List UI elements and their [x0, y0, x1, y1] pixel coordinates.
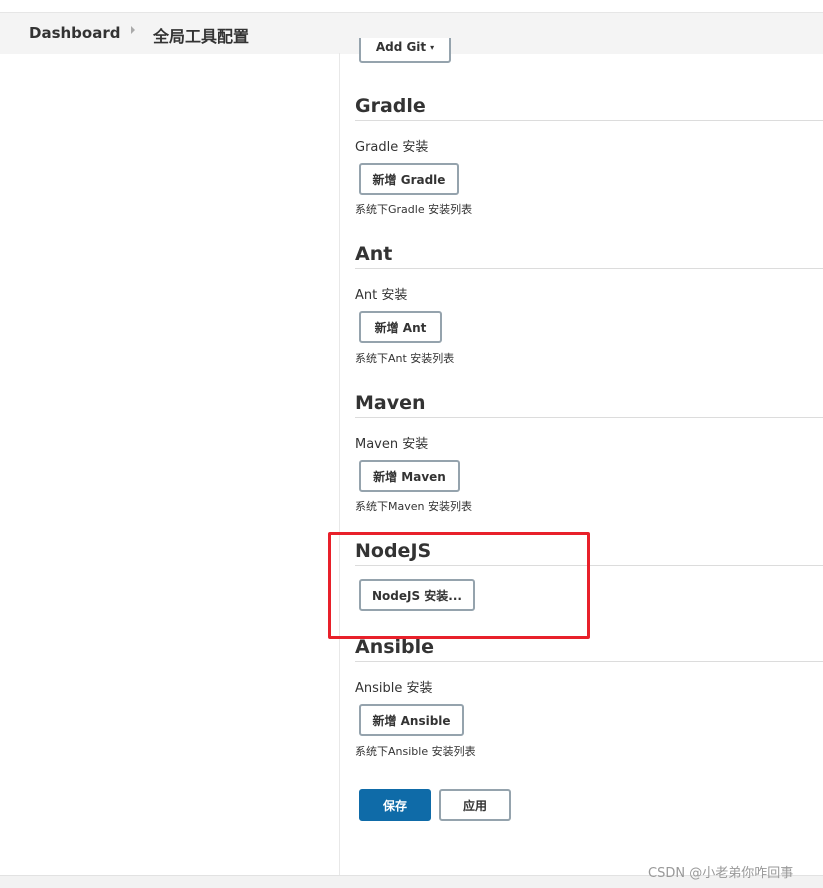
- apply-button[interactable]: 应用: [439, 789, 511, 821]
- ant-section-divider: [355, 268, 823, 269]
- top-strip: [0, 0, 823, 12]
- ansible-section-divider: [355, 661, 823, 662]
- dropdown-caret-icon: ▾: [430, 42, 435, 52]
- sidebar-divider: [339, 53, 340, 875]
- maven-section-title: Maven: [355, 392, 426, 414]
- gradle-install-label: Gradle 安装: [355, 140, 429, 155]
- maven-install-label: Maven 安装: [355, 437, 429, 452]
- maven-help-text: 系统下Maven 安装列表: [355, 500, 472, 513]
- add-git-button-wrapper: Add Git ▾: [359, 38, 451, 69]
- add-ant-button[interactable]: 新增 Ant: [359, 311, 442, 343]
- ant-section-title: Ant: [355, 243, 393, 265]
- ant-install-label: Ant 安装: [355, 288, 408, 303]
- watermark: CSDN @小老弟你咋回事: [648, 866, 794, 881]
- red-highlight-annotation: [328, 532, 590, 639]
- ansible-install-label: Ansible 安装: [355, 681, 433, 696]
- chevron-right-icon: [131, 26, 135, 34]
- add-gradle-button[interactable]: 新增 Gradle: [359, 163, 459, 195]
- breadcrumb-dashboard-link[interactable]: Dashboard: [29, 24, 120, 42]
- gradle-help-text: 系统下Gradle 安装列表: [355, 203, 473, 216]
- ant-help-text: 系统下Ant 安装列表: [355, 352, 455, 365]
- add-maven-button[interactable]: 新增 Maven: [359, 460, 460, 492]
- breadcrumb-current-page: 全局工具配置: [153, 27, 250, 46]
- gradle-section-divider: [355, 120, 823, 121]
- ansible-help-text: 系统下Ansible 安装列表: [355, 745, 476, 758]
- gradle-section-title: Gradle: [355, 95, 426, 117]
- ansible-section-title: Ansible: [355, 636, 435, 658]
- maven-section-divider: [355, 417, 823, 418]
- save-button[interactable]: 保存: [359, 789, 431, 821]
- add-git-button-label: Add Git: [375, 40, 427, 54]
- add-ansible-button[interactable]: 新增 Ansible: [359, 704, 464, 736]
- add-git-button[interactable]: Add Git ▾: [359, 38, 451, 63]
